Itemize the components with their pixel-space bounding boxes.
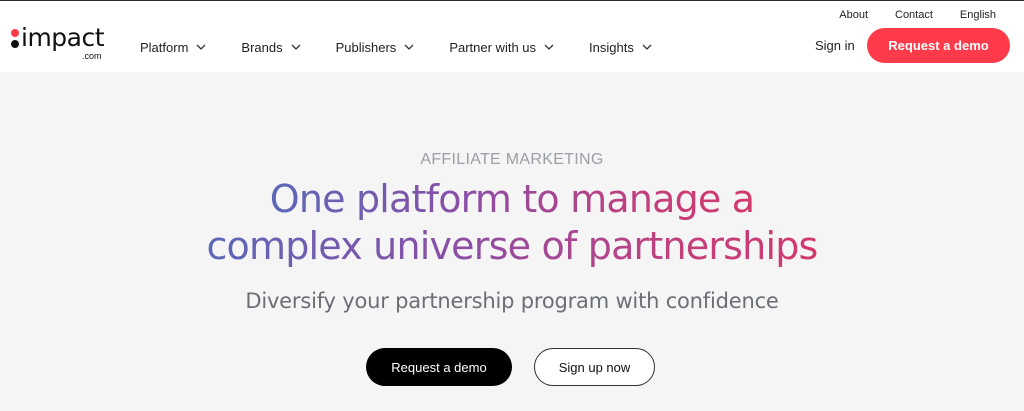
nav-item-label: Partner with us	[449, 39, 537, 55]
logo-red-dot	[11, 29, 19, 37]
hero-eyebrow: AFFILIATE MARKETING	[420, 151, 604, 168]
hero-headline-line2: complex universe of partnerships	[206, 224, 818, 268]
nav-item-platform[interactable]: Platform	[140, 40, 207, 55]
about-link[interactable]: About	[839, 9, 868, 21]
chevron-down-icon	[404, 44, 414, 50]
utility-nav: About Contact English	[812, 9, 996, 21]
chevron-down-icon	[544, 44, 554, 50]
language-selector[interactable]: English	[960, 9, 996, 21]
impact-logo[interactable]: impact .com	[10, 23, 110, 63]
hero-sign-up-button[interactable]: Sign up now	[534, 348, 655, 386]
hero-headline: One platform to manage a complex univers…	[0, 176, 1024, 270]
main-nav: Platform Brands Publishers Partner with …	[140, 37, 687, 57]
nav-item-label: Insights	[589, 39, 634, 55]
hero-subheadline: Diversify your partnership program with …	[245, 289, 779, 313]
nav-item-label: Brands	[241, 39, 283, 55]
chevron-down-icon	[196, 44, 206, 50]
contact-link[interactable]: Contact	[895, 9, 933, 21]
signin-link[interactable]: Sign in	[815, 38, 855, 53]
nav-item-publishers[interactable]: Publishers	[336, 40, 416, 55]
logo-domain-suffix: .com	[82, 51, 102, 61]
chevron-down-icon	[291, 44, 301, 50]
hero-request-demo-button[interactable]: Request a demo	[366, 348, 512, 386]
nav-item-insights[interactable]: Insights	[589, 40, 653, 55]
logo-black-dot	[11, 40, 19, 48]
chevron-down-icon	[642, 44, 652, 50]
nav-item-partner-with-us[interactable]: Partner with us	[449, 40, 555, 55]
logo-wordmark: impact	[21, 23, 105, 52]
header-request-demo-button[interactable]: Request a demo	[867, 28, 1010, 63]
nav-item-label: Publishers	[335, 39, 397, 55]
nav-item-label: Platform	[140, 39, 189, 55]
site-header: impact .com Platform Brands Publishers P…	[0, 0, 1024, 72]
nav-item-brands[interactable]: Brands	[241, 40, 301, 55]
hero-headline-line1: One platform to manage a	[269, 177, 755, 221]
